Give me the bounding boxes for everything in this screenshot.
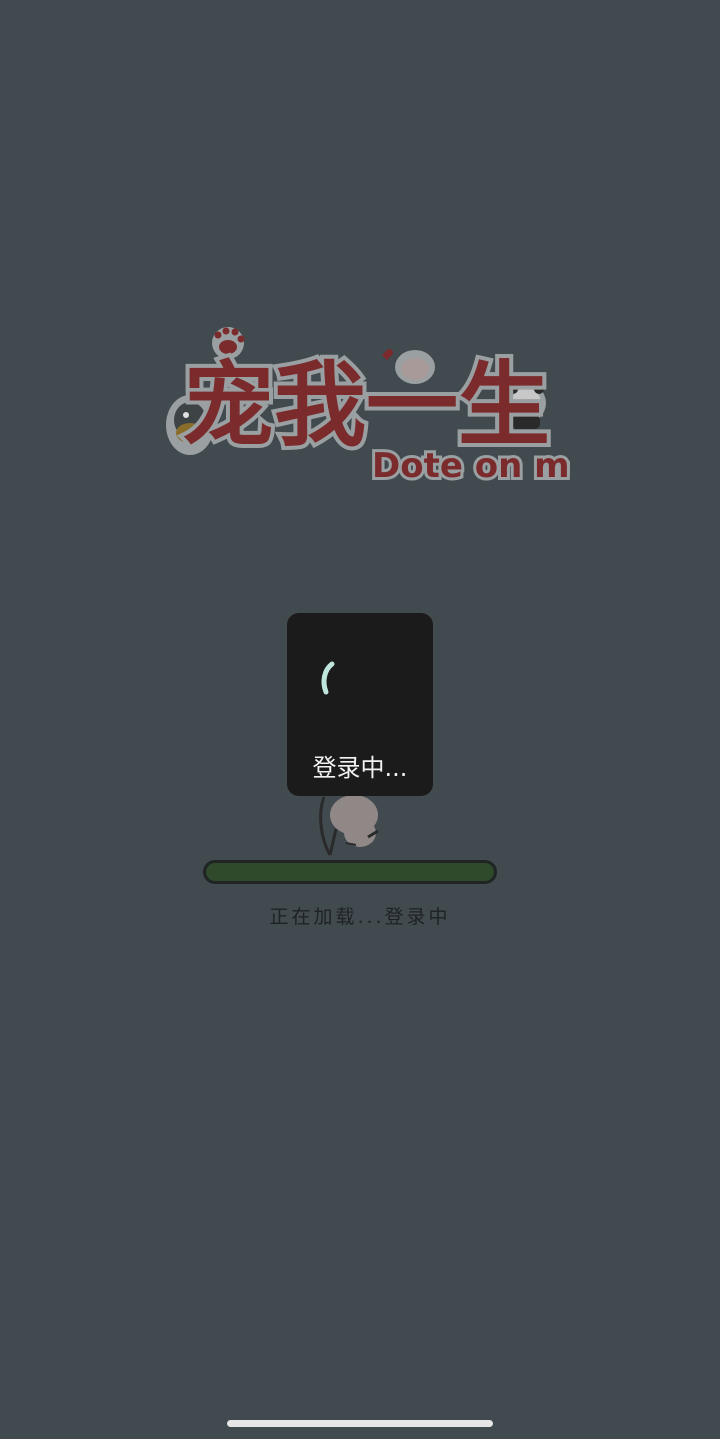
running-pet-icon: [319, 795, 379, 856]
running-pet: [316, 785, 388, 863]
app-logo: 宠我一生 Dote on me: [160, 315, 570, 495]
loading-progress-bar: [203, 860, 497, 884]
loading-status-text: 正在加载...登录中: [269, 906, 451, 928]
logo-title: 宠我一生: [182, 352, 550, 459]
home-indicator[interactable]: [227, 1420, 493, 1427]
logo-subtitle: Dote on me: [372, 446, 570, 486]
loading-spinner-icon: [318, 660, 346, 696]
loading-progress-fill: [206, 863, 494, 881]
login-toast-label: 登录中...: [312, 754, 408, 782]
app-logo-graphic: 宠我一生 Dote on me: [166, 327, 570, 489]
splash-screen: 宠我一生 Dote on me 正在加载...登录中 登录中...: [0, 0, 720, 1439]
